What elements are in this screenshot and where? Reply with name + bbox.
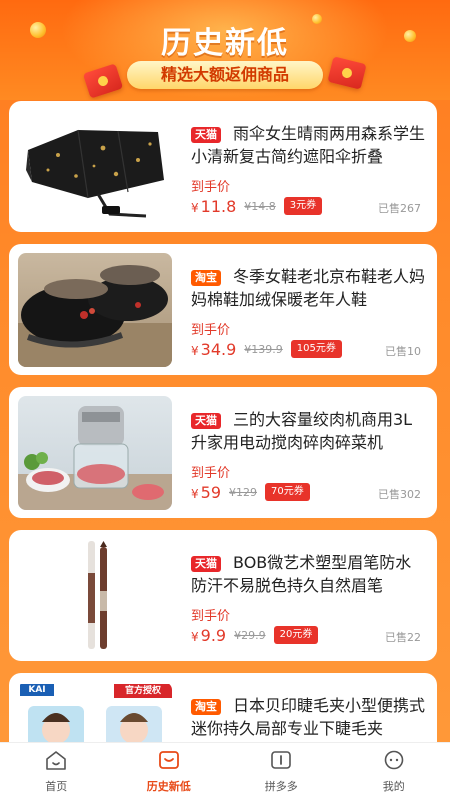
page-title: 历史新低 (161, 26, 289, 61)
price-row: ¥11.8 ¥14.8 3元券 (191, 195, 323, 217)
home-icon (46, 751, 67, 770)
chat-face-icon (384, 750, 404, 770)
shoes-image (18, 265, 172, 367)
header-banner: 历史新低 精选大额返佣商品 (0, 0, 450, 100)
product-title[interactable]: 日本贝印睫毛夹小型便携式迷你持久局部专业下睫毛夹 (191, 694, 427, 740)
coupon-badge[interactable]: 105元券 (290, 340, 342, 358)
final-price-label: 到手价 (191, 609, 231, 624)
final-price: ¥59 (191, 482, 221, 502)
tab-pinduoduo[interactable]: 拼多多 (225, 743, 338, 800)
umbrella-image (26, 129, 164, 218)
product-title[interactable]: 三的大容量绞肉机商用3L升家用电动搅肉碎肉碎菜机 (191, 408, 427, 454)
tab-label: 历史新低 (146, 780, 191, 793)
product-title[interactable]: BOB微艺术塑型眉笔防水防汗不易脱色持久自然眉笔 (191, 551, 427, 597)
price-row: ¥59 ¥129 70元券 (191, 481, 310, 503)
bottom-tab-bar: 首页 历史新低 拼多多 我的 (0, 742, 450, 800)
final-price-label: 到手价 (191, 180, 231, 195)
product-image-eyebrow-pencil[interactable] (18, 539, 172, 653)
product-card[interactable]: 天猫 BOB微艺术塑型眉笔防水防汗不易脱色持久自然眉笔 到手价 ¥9.9 ¥29… (9, 530, 437, 661)
original-price: ¥129 (229, 485, 257, 499)
tab-history-low[interactable]: 历史新低 (113, 743, 226, 800)
sold-count: 已售302 (378, 488, 421, 501)
product-image-eyelash-curler[interactable]: KAI 官方授权 (18, 682, 172, 742)
eyebrow-pencil-image (88, 541, 107, 649)
final-price: ¥11.8 (191, 196, 237, 216)
product-image-umbrella[interactable] (18, 110, 172, 224)
product-image-shoes[interactable] (18, 253, 172, 367)
tab-home[interactable]: 首页 (0, 743, 113, 800)
grinder-image (18, 406, 172, 510)
price-row: ¥34.9 ¥139.9 105元券 (191, 338, 342, 360)
eyelash-curler-image (28, 706, 162, 742)
product-title[interactable]: 冬季女鞋老北京布鞋老人妈妈棉鞋加绒保暖老年人鞋 (191, 265, 427, 311)
coupon-badge[interactable]: 3元券 (283, 197, 323, 215)
final-price: ¥9.9 (191, 625, 227, 645)
original-price: ¥14.8 (244, 199, 276, 213)
product-card[interactable]: 天猫 雨伞女生晴雨两用森系学生小清新复古简约遮阳伞折叠 到手价 ¥11.8 ¥1… (9, 101, 437, 232)
final-price-label: 到手价 (191, 466, 231, 481)
product-list[interactable]: 天猫 雨伞女生晴雨两用森系学生小清新复古简约遮阳伞折叠 到手价 ¥11.8 ¥1… (0, 99, 450, 742)
product-image-grinder[interactable] (18, 396, 172, 510)
coupon-badge[interactable]: 70元券 (265, 483, 310, 501)
price-row: ¥9.9 ¥29.9 20元券 (191, 624, 319, 646)
page-subtitle: 精选大额返佣商品 (127, 61, 323, 89)
book-icon (271, 751, 292, 769)
sold-count: 已售267 (378, 202, 421, 215)
sold-count: 已售10 (385, 345, 421, 358)
tab-label: 拼多多 (264, 780, 298, 793)
product-card[interactable]: 淘宝 冬季女鞋老北京布鞋老人妈妈棉鞋加绒保暖老年人鞋 到手价 ¥34.9 ¥13… (9, 244, 437, 375)
coupon-badge[interactable]: 20元券 (273, 626, 319, 644)
sold-count: 已售22 (385, 631, 421, 644)
final-price: ¥34.9 (191, 339, 237, 359)
original-price: ¥29.9 (234, 628, 266, 642)
product-card[interactable]: KAI 官方授权 淘宝 日本贝印睫毛夹小型便携式迷你持久局部专业下睫毛夹 (9, 673, 437, 742)
product-card[interactable]: 天猫 三的大容量绞肉机商用3L升家用电动搅肉碎肉碎菜机 到手价 ¥59 ¥129… (9, 387, 437, 518)
final-price-label: 到手价 (191, 323, 231, 338)
tab-mine[interactable]: 我的 (338, 743, 450, 800)
tab-label: 我的 (382, 780, 405, 793)
product-title[interactable]: 雨伞女生晴雨两用森系学生小清新复古简约遮阳伞折叠 (191, 122, 427, 168)
inbox-icon (158, 751, 179, 769)
tab-label: 首页 (45, 780, 68, 793)
original-price: ¥139.9 (244, 342, 283, 356)
